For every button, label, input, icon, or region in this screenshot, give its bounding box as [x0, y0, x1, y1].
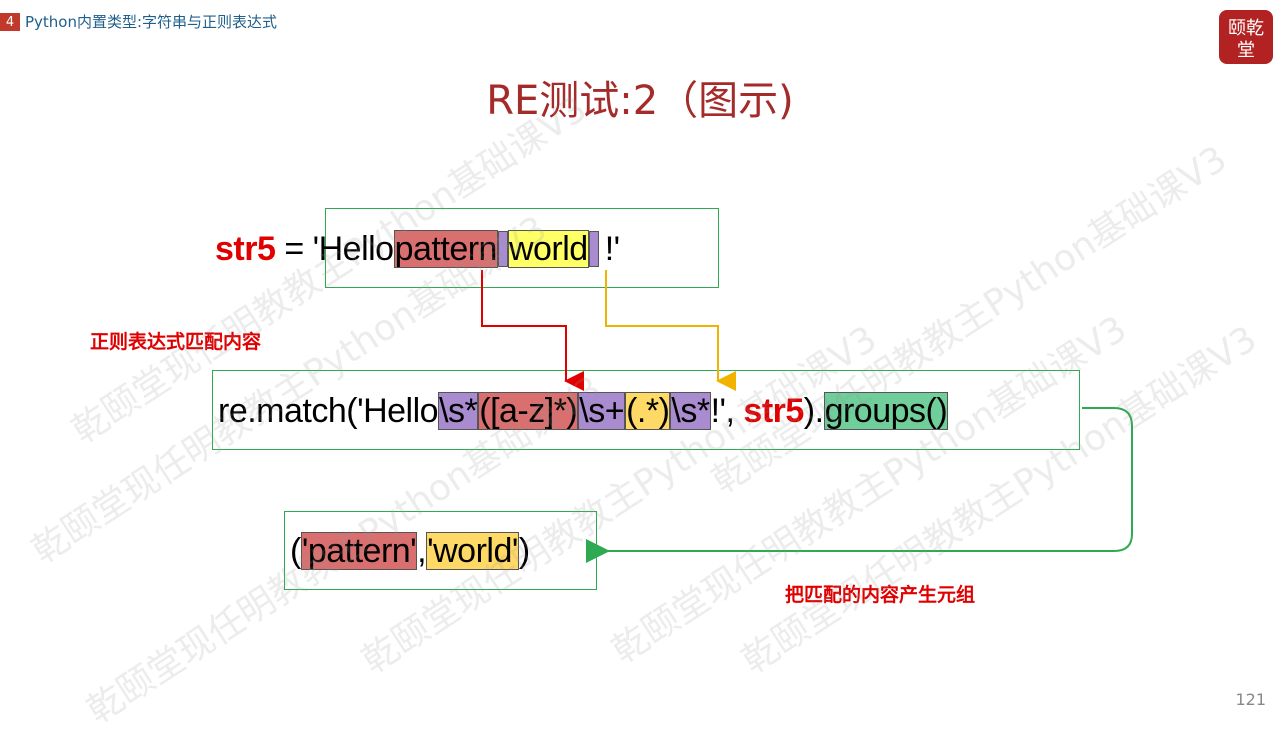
- groups-call: groups(): [823, 392, 949, 430]
- watermark: 乾颐堂现任明教教主Python基础课V3: [354, 318, 885, 682]
- logo-seal: 颐乾 堂: [1219, 10, 1273, 64]
- tuple-comma: ,: [417, 532, 427, 570]
- regex-close: ).: [803, 392, 824, 430]
- regex-mid: !',: [710, 392, 744, 430]
- tuple-value-pattern: 'pattern': [300, 532, 418, 570]
- regex-ws-1: \s*: [438, 392, 479, 430]
- slide-title: RE测试:2（图示): [486, 78, 794, 124]
- regex-group-2: (.*): [625, 392, 671, 430]
- logo-text-bottom: 堂: [1237, 40, 1255, 61]
- space-highlight-2: [588, 231, 599, 267]
- chapter-badge: 4: [0, 13, 20, 31]
- regex-ws-3: \s*: [670, 392, 711, 430]
- regex-prefix: re.match('Hello: [218, 392, 439, 430]
- regex-var-str5: str5: [743, 392, 804, 430]
- string-tail: !': [604, 230, 620, 268]
- watermark: 乾颐堂现任明教教主Python基础课V3: [734, 318, 1265, 682]
- string-assignment: str5 = 'Hello pattern world !': [215, 230, 620, 268]
- note-regex-match: 正则表达式匹配内容: [90, 331, 262, 353]
- regex-ws-2: \s+: [578, 392, 626, 430]
- tuple-open: (: [290, 532, 301, 570]
- result-tuple: ( 'pattern' , 'world' ): [290, 532, 530, 570]
- assign-op: =: [275, 230, 313, 268]
- note-to-tuple: 把匹配的内容产生元组: [785, 584, 976, 606]
- tuple-value-world: 'world': [426, 532, 519, 570]
- string-hello: 'Hello: [312, 230, 394, 268]
- tuple-close: ): [518, 532, 530, 570]
- regex-call: re.match('Hello \s* ([a-z]*) \s+ (.*) \s…: [218, 392, 949, 430]
- match-world: world: [507, 230, 589, 268]
- var-str5: str5: [215, 230, 276, 268]
- match-pattern: pattern: [393, 230, 498, 268]
- logo-text-top: 颐乾: [1228, 18, 1264, 39]
- page-number: 121: [1235, 690, 1266, 709]
- regex-group-1: ([a-z]*): [478, 392, 579, 430]
- watermark: 乾颐堂现任明教教主Python基础课V3: [604, 308, 1135, 672]
- space-highlight-1: [497, 231, 508, 267]
- chapter-title: Python内置类型:字符串与正则表达式: [25, 13, 278, 31]
